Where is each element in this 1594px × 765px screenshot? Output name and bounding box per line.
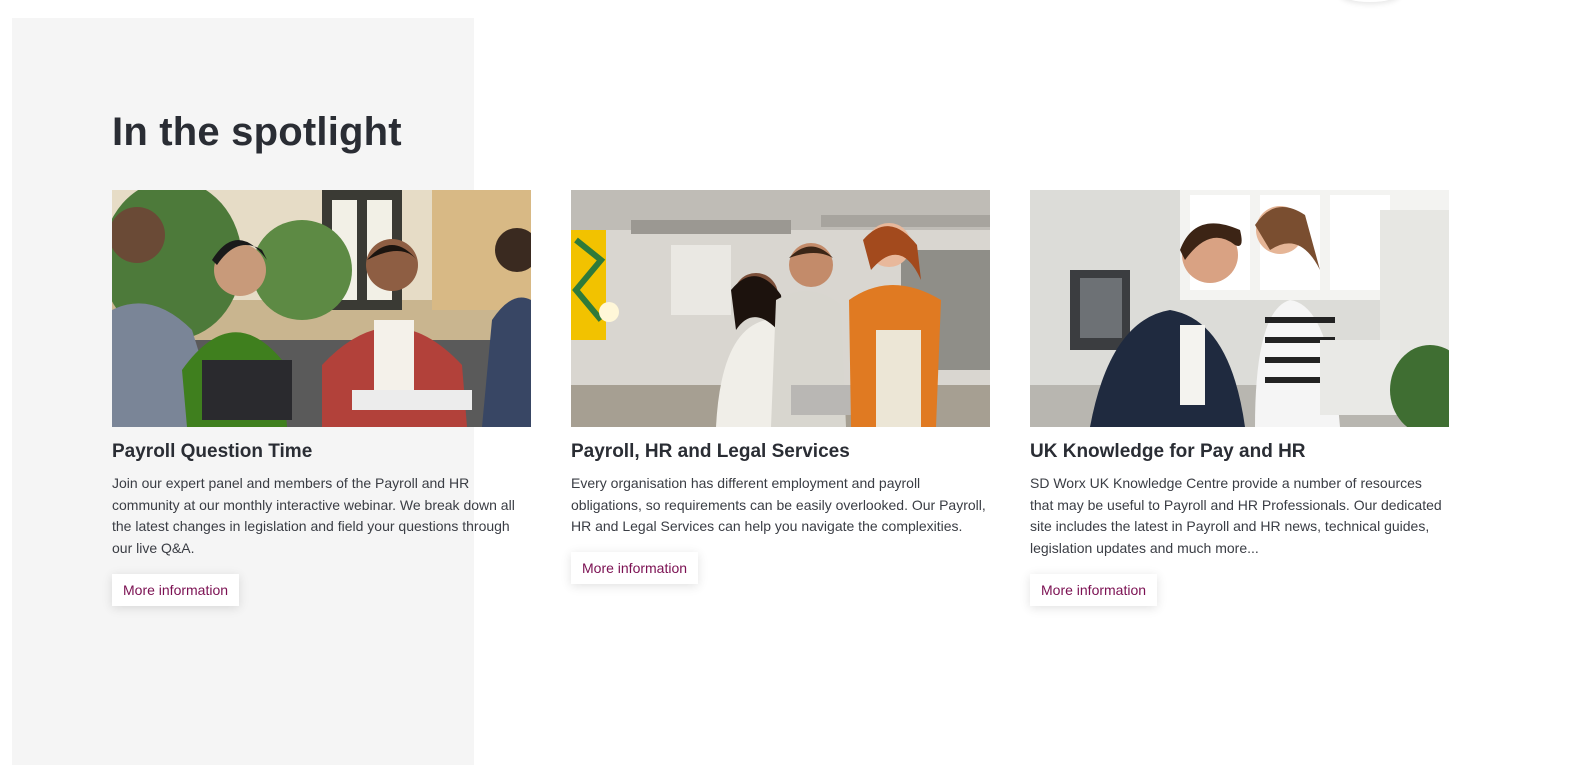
- card-image-office-team[interactable]: [571, 190, 990, 427]
- page: In the spotlight Payroll Question Time J…: [0, 0, 1594, 765]
- card-image-meeting[interactable]: [112, 190, 531, 427]
- card-title: Payroll, HR and Legal Services: [571, 441, 850, 462]
- card-description: Join our expert panel and members of the…: [112, 475, 515, 557]
- card-description: SD Worx UK Knowledge Centre provide a nu…: [1030, 475, 1442, 557]
- spotlight-card-payroll-hr-legal: Payroll, HR and Legal Services Every org…: [571, 190, 990, 606]
- spotlight-card-uk-knowledge: UK Knowledge for Pay and HR SD Worx UK K…: [1030, 190, 1449, 606]
- spotlight-card-payroll-question-time: Payroll Question Time Join our expert pa…: [112, 190, 531, 606]
- section-title: In the spotlight: [112, 110, 402, 154]
- card-description: Every organisation has different employm…: [571, 475, 986, 535]
- card-title: Payroll Question Time: [112, 441, 313, 462]
- spotlight-cards: Payroll Question Time Join our expert pa…: [112, 190, 1449, 606]
- floating-element-edge: [1340, 0, 1400, 2]
- more-information-button[interactable]: More information: [571, 552, 699, 585]
- card-title: UK Knowledge for Pay and HR: [1030, 441, 1306, 462]
- more-information-button[interactable]: More information: [112, 573, 240, 606]
- more-information-button[interactable]: More information: [1030, 573, 1158, 606]
- card-image-computer-work[interactable]: [1030, 190, 1449, 427]
